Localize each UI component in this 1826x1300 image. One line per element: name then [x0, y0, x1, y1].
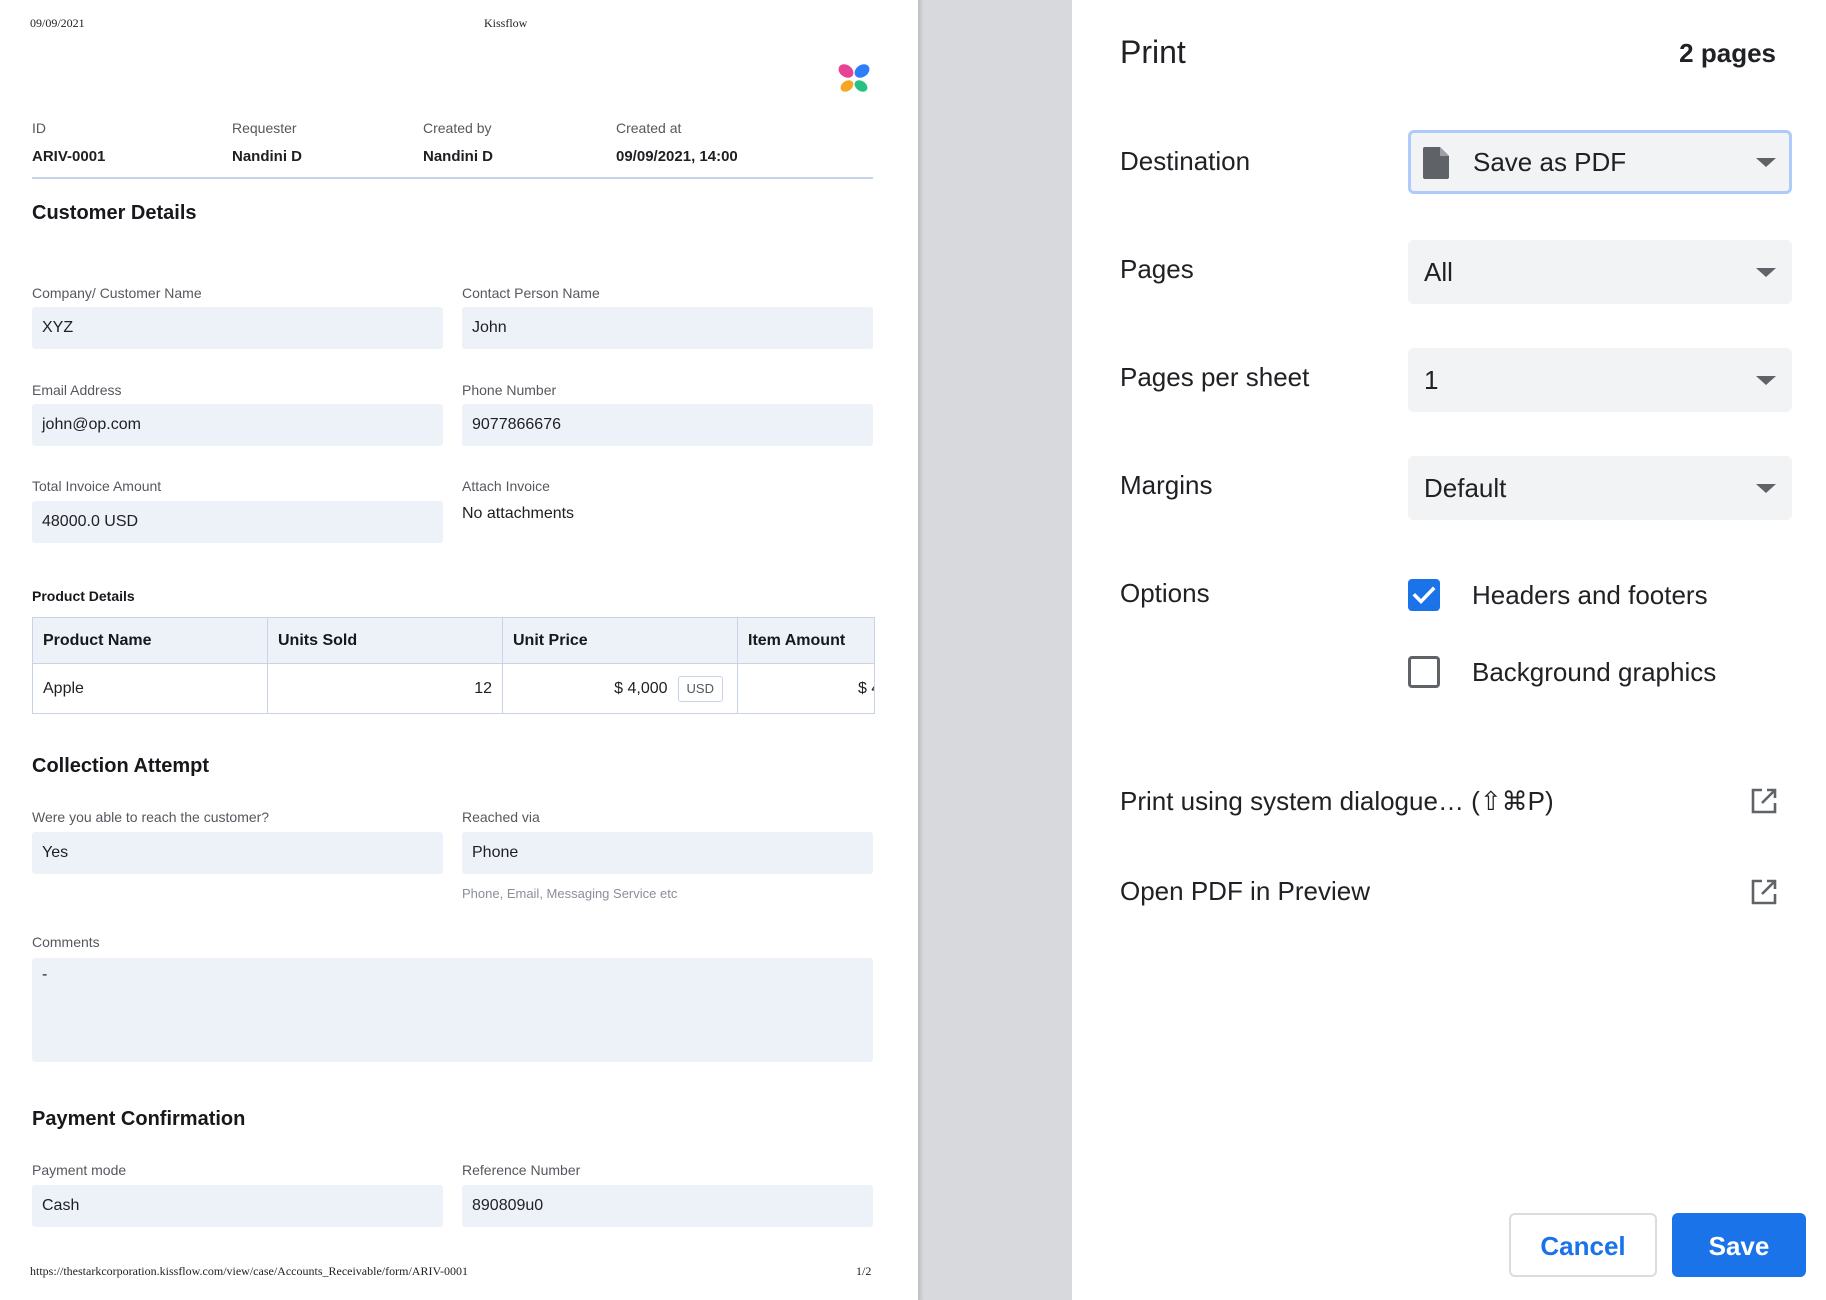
col-units-sold: Units Sold [268, 618, 503, 663]
payment-mode-field: Cash [32, 1185, 443, 1227]
system-dialog-link[interactable]: Print using system dialogue… (⇧⌘P) [1120, 786, 1554, 817]
email-label: Email Address [32, 382, 122, 398]
cell-product-name: Apple [33, 664, 268, 713]
cell-item-amount: $ 48,0 [858, 680, 874, 697]
payment-mode-label: Payment mode [32, 1162, 127, 1178]
open-pdf-preview-link[interactable]: Open PDF in Preview [1120, 876, 1370, 907]
destination-label: Destination [1120, 146, 1251, 176]
print-settings-panel: Print 2 pages Destination Save as PDF Pa… [1072, 0, 1826, 1300]
cell-units-sold: 12 [268, 664, 503, 713]
via-label: Reached via [462, 809, 540, 825]
check-icon [1412, 586, 1436, 605]
header-date: 09/09/2021 [30, 16, 85, 30]
amount-field: 48000.0 USD [32, 501, 443, 543]
chevron-down-icon [1756, 158, 1776, 167]
pages-per-sheet-label: Pages per sheet [1120, 362, 1310, 392]
meta-id-value: ARIV-0001 [32, 148, 106, 165]
attach-value: No attachments [462, 505, 575, 522]
margins-label: Margins [1120, 470, 1213, 500]
comments-field: - [32, 958, 873, 1062]
meta-divider [32, 177, 873, 179]
chevron-down-icon [1756, 268, 1776, 277]
meta-requester-value: Nandini D [232, 148, 302, 165]
phone-field: 9077866676 [462, 404, 873, 446]
page-count: 2 pages [1679, 38, 1776, 68]
via-hint: Phone, Email, Messaging Service etc [462, 886, 678, 901]
chevron-down-icon [1756, 376, 1776, 385]
via-field: Phone [462, 832, 873, 874]
col-item-amount: Item Amount [748, 632, 846, 649]
meta-requester-label: Requester [232, 120, 297, 136]
meta-id-label: ID [32, 120, 46, 136]
product-details-title: Product Details [32, 588, 135, 604]
print-title: Print [1120, 34, 1186, 70]
margins-select[interactable]: Default [1408, 456, 1792, 520]
reach-label: Were you able to reach the customer? [32, 809, 270, 825]
reach-field: Yes [32, 832, 443, 874]
pages-per-sheet-select[interactable]: 1 [1408, 348, 1792, 412]
headers-footers-checkbox[interactable] [1408, 579, 1440, 611]
destination-value: Save as PDF [1473, 147, 1627, 177]
pages-label: Pages [1120, 254, 1194, 284]
background-graphics-checkbox[interactable] [1408, 656, 1440, 688]
comments-label: Comments [32, 934, 100, 950]
preview-background [918, 0, 1072, 1300]
meta-created-at-label: Created at [616, 120, 682, 136]
email-field: john@op.com [32, 404, 443, 446]
cell-unit-price: $ 4,000 USD [503, 664, 738, 713]
chevron-down-icon [1756, 484, 1776, 493]
amount-label: Total Invoice Amount [32, 478, 162, 494]
open-external-icon[interactable] [1750, 878, 1778, 906]
phone-label: Phone Number [462, 382, 557, 398]
header-title: Kissflow [484, 16, 528, 30]
contact-field: John [462, 307, 873, 349]
footer-url: https://thestarkcorporation.kissflow.com… [30, 1264, 469, 1278]
pages-select[interactable]: All [1408, 240, 1792, 304]
product-table: Product Name Units Sold Unit Price Item … [32, 617, 875, 714]
section-collection-attempt: Collection Attempt [32, 755, 210, 777]
pages-value: All [1424, 257, 1453, 287]
margins-value: Default [1424, 473, 1507, 503]
destination-select[interactable]: Save as PDF [1408, 130, 1792, 194]
col-product-name: Product Name [33, 618, 268, 663]
background-graphics-label[interactable]: Background graphics [1472, 657, 1716, 688]
table-row: Apple 12 $ 4,000 USD $ 48,0 [33, 664, 874, 713]
headers-footers-label[interactable]: Headers and footers [1472, 580, 1708, 611]
file-icon [1423, 147, 1449, 179]
section-payment-confirmation: Payment Confirmation [32, 1108, 246, 1130]
open-external-icon[interactable] [1750, 787, 1778, 815]
print-preview: 09/09/2021 Kissflow ID ARIV-0001 Request… [0, 0, 918, 1300]
unit-price-value: $ 4,000 [614, 680, 668, 697]
meta-created-by-label: Created by [423, 120, 492, 136]
product-table-header: Product Name Units Sold Unit Price Item … [33, 618, 874, 664]
currency-chip: USD [677, 675, 723, 702]
meta-created-by-value: Nandini D [423, 148, 493, 165]
cancel-button[interactable]: Cancel [1509, 1213, 1657, 1277]
save-button[interactable]: Save [1672, 1213, 1806, 1277]
company-label: Company/ Customer Name [32, 285, 202, 301]
page-shadow [918, 0, 924, 1300]
pages-per-sheet-value: 1 [1424, 365, 1439, 395]
preview-page: 09/09/2021 Kissflow ID ARIV-0001 Request… [0, 0, 918, 1300]
attach-label: Attach Invoice [462, 478, 550, 494]
section-customer-details: Customer Details [32, 202, 197, 224]
reference-label: Reference Number [462, 1162, 581, 1178]
contact-label: Contact Person Name [462, 285, 600, 301]
footer-page: 1/2 [856, 1264, 872, 1278]
meta-created-at-value: 09/09/2021, 14:00 [616, 148, 738, 165]
col-unit-price: Unit Price [503, 618, 738, 663]
company-field: XYZ [32, 307, 443, 349]
reference-field: 890809u0 [462, 1185, 873, 1227]
kissflow-logo-icon [838, 64, 870, 92]
options-label: Options [1120, 578, 1210, 608]
